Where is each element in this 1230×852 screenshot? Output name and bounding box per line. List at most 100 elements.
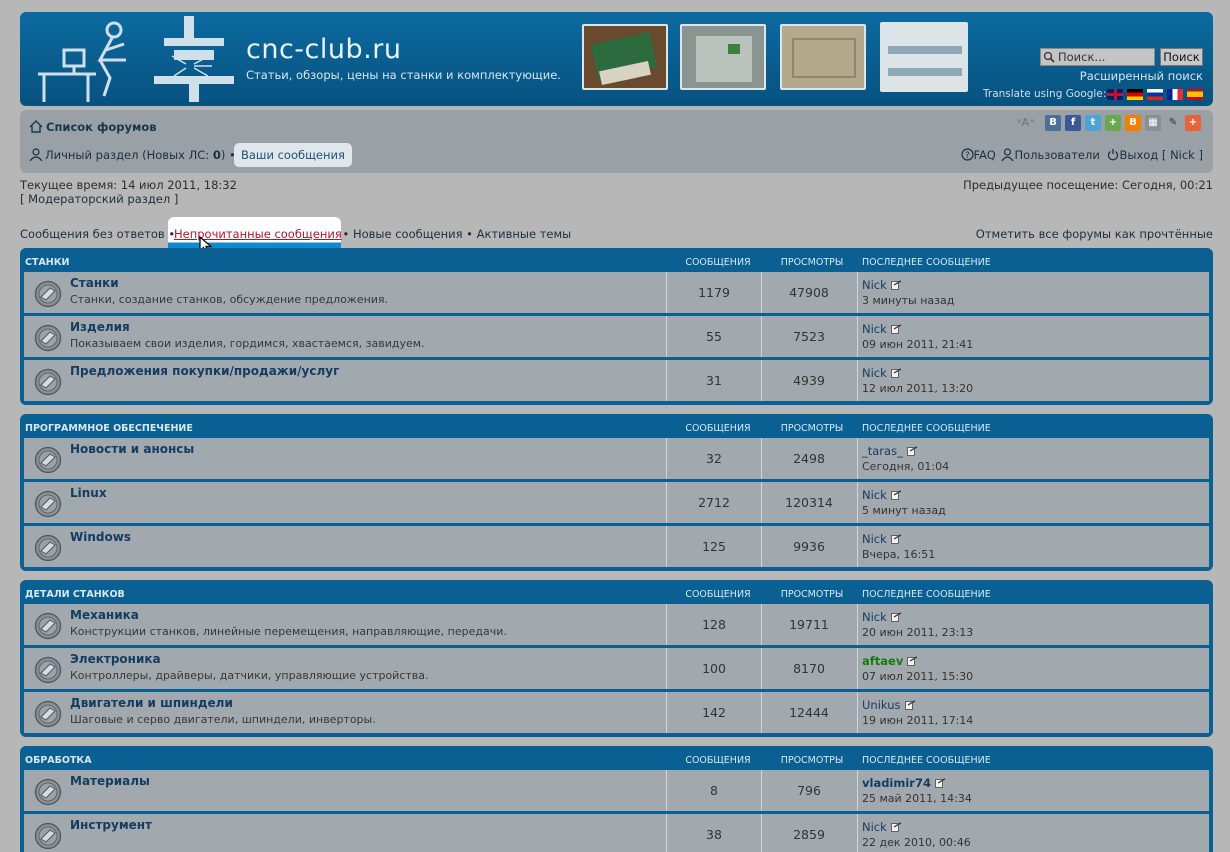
blogger-icon[interactable]: B [1125, 115, 1141, 131]
forum-title-link[interactable]: Двигатели и шпиндели [70, 696, 233, 710]
last-post-username[interactable]: _taras_ [862, 444, 903, 458]
header-photo-1[interactable] [582, 24, 668, 90]
users-link[interactable]: Пользователи [1014, 148, 1099, 162]
last-post-author[interactable]: _taras_ [862, 444, 918, 458]
view-latest-post-icon[interactable] [890, 612, 902, 622]
view-latest-post-icon[interactable] [907, 656, 918, 666]
username-link[interactable]: Nick [1170, 148, 1195, 162]
forum-title-link[interactable]: Электроника [70, 652, 161, 666]
logout-link[interactable]: Выход [1119, 148, 1158, 162]
active-topics-link[interactable]: Активные темы [477, 227, 572, 241]
forum-folder-icon[interactable] [34, 490, 62, 518]
flag-en-icon[interactable] [1107, 89, 1123, 100]
add-share-icon[interactable]: + [1185, 115, 1201, 131]
view-latest-post-icon[interactable] [890, 534, 902, 544]
last-post-author[interactable]: vladimir74 [862, 776, 946, 790]
last-post-username[interactable]: Nick [862, 820, 887, 834]
view-latest-post-icon[interactable] [906, 446, 918, 456]
category-title-link[interactable]: Обработка [25, 755, 92, 766]
personal-section-link[interactable]: Личный раздел [45, 148, 138, 162]
last-post-username[interactable]: Nick [862, 532, 887, 546]
last-post-username[interactable]: Nick [862, 322, 887, 336]
last-post-author[interactable]: Nick [862, 610, 902, 624]
view-latest-post-icon[interactable] [904, 700, 916, 710]
post-count: 1179 [698, 285, 730, 300]
flag-ru-icon[interactable] [1147, 89, 1163, 100]
forum-folder-icon[interactable] [34, 446, 62, 474]
unanswered-posts-link[interactable]: Сообщения без ответов [20, 227, 165, 241]
last-post-author[interactable]: aftaev [862, 654, 918, 668]
flag-de-icon[interactable] [1127, 89, 1143, 100]
last-post-author[interactable]: Nick [862, 278, 902, 292]
posts-column-header: Сообщения [685, 589, 751, 600]
last-post-username[interactable]: Nick [862, 278, 887, 292]
last-post-username[interactable]: vladimir74 [862, 776, 931, 790]
forum-folder-icon[interactable] [34, 324, 62, 352]
view-latest-post-icon[interactable] [890, 280, 902, 290]
share-icons: ᵛA⁺ Bf t + B ▦ ✎ + [1017, 115, 1201, 131]
view-latest-post-icon[interactable] [890, 822, 902, 832]
category-title-link[interactable]: Станки [25, 257, 69, 268]
bookmark-share-icon[interactable]: + [1105, 115, 1121, 131]
forum-title-link[interactable]: Новости и анонсы [70, 442, 194, 456]
search-input[interactable]: Поиск... [1040, 48, 1155, 66]
last-post-author[interactable]: Nick [862, 366, 902, 380]
search-button[interactable]: Поиск [1160, 48, 1203, 66]
forum-title-link[interactable]: Материалы [70, 774, 150, 788]
last-post-username[interactable]: Nick [862, 488, 887, 502]
forum-folder-icon[interactable] [34, 612, 62, 640]
view-latest-post-icon[interactable] [935, 778, 946, 788]
font-size-toggle[interactable]: ᵛA⁺ [1017, 115, 1035, 131]
moderator-panel-link[interactable]: Модераторский раздел [28, 192, 170, 206]
forum-folder-icon[interactable] [34, 778, 62, 806]
myspace-icon[interactable]: ▦ [1145, 115, 1161, 131]
forum-folder-icon[interactable] [34, 700, 62, 728]
forum-index-link[interactable]: Список форумов [29, 120, 157, 134]
forum-title-link[interactable]: Windows [70, 530, 131, 544]
mark-all-read-link[interactable]: Отметить все форумы как прочтённые [976, 227, 1213, 241]
view-count: 120314 [785, 495, 833, 510]
last-post-username[interactable]: Nick [862, 366, 887, 380]
cnc-logo-icon[interactable] [34, 16, 234, 102]
view-latest-post-icon[interactable] [890, 324, 902, 334]
forum-title-link[interactable]: Linux [70, 486, 107, 500]
site-title[interactable]: cnc-club.ru [246, 34, 401, 65]
flag-es-icon[interactable] [1187, 89, 1203, 100]
category-title-link[interactable]: Программное обеспечение [25, 423, 193, 434]
last-post-username[interactable]: Nick [862, 610, 887, 624]
forum-folder-icon[interactable] [34, 822, 62, 850]
vk-icon[interactable]: B [1045, 115, 1061, 131]
last-post-author[interactable]: Nick [862, 820, 902, 834]
advanced-search-link[interactable]: Расширенный поиск [1080, 69, 1203, 83]
faq-link[interactable]: FAQ [974, 148, 996, 162]
view-latest-post-icon[interactable] [890, 490, 902, 500]
forum-title-link[interactable]: Предложения покупки/продажи/услуг [70, 364, 339, 378]
new-posts-link[interactable]: Новые сообщения [353, 227, 463, 241]
last-post-author[interactable]: Unikus [862, 698, 916, 712]
forum-row: Новости и анонсы 32 2498 _taras_ Сегодня… [24, 438, 1209, 479]
forum-folder-icon[interactable] [34, 280, 62, 308]
forum-title-link[interactable]: Инструмент [70, 818, 152, 832]
last-post-author[interactable]: Nick [862, 488, 902, 502]
attach-icon[interactable]: ✎ [1165, 115, 1181, 131]
twitter-icon[interactable]: t [1085, 115, 1101, 131]
header-photo-3[interactable] [780, 24, 866, 90]
forum-folder-icon[interactable] [34, 656, 62, 684]
new-pm-count[interactable]: 0 [213, 148, 221, 162]
last-post-username[interactable]: Unikus [862, 698, 901, 712]
view-latest-post-icon[interactable] [890, 368, 902, 378]
forum-folder-icon[interactable] [34, 534, 62, 562]
flag-fr-icon[interactable] [1167, 89, 1183, 100]
forum-folder-icon[interactable] [34, 368, 62, 396]
last-post-author[interactable]: Nick [862, 322, 902, 336]
forum-title-link[interactable]: Изделия [70, 320, 130, 334]
category-title-link[interactable]: Детали станков [25, 589, 125, 600]
facebook-icon[interactable]: f [1065, 115, 1081, 131]
forum-title-link[interactable]: Механика [70, 608, 139, 622]
forum-title-link[interactable]: Станки [70, 276, 119, 290]
last-post-author[interactable]: Nick [862, 532, 902, 546]
last-post-username[interactable]: aftaev [862, 654, 903, 668]
header-photo-2[interactable] [680, 24, 766, 90]
your-posts-link[interactable]: Ваши сообщения [234, 143, 352, 167]
header-photo-4[interactable] [880, 22, 968, 92]
